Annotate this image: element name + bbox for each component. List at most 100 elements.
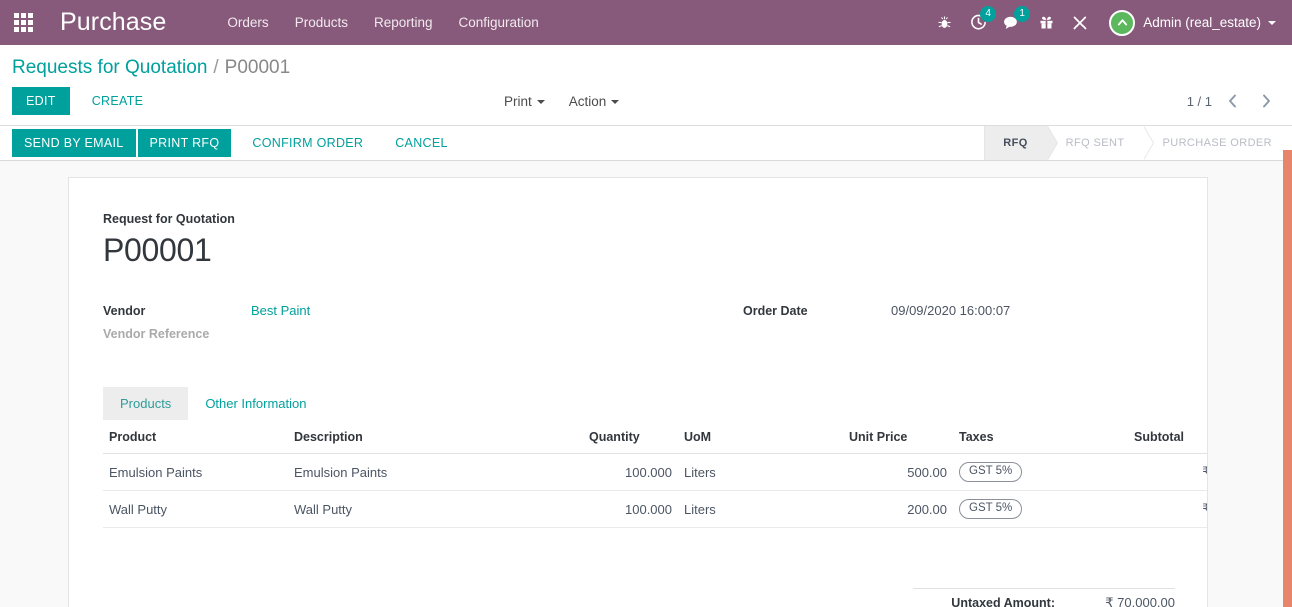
cell-description[interactable]: Wall Putty: [288, 491, 583, 528]
edit-button[interactable]: EDIT: [12, 87, 70, 115]
table-header-row: Product Description Quantity UoM Unit Pr…: [103, 422, 1208, 454]
print-rfq-button[interactable]: PRINT RFQ: [138, 129, 232, 157]
vendor-label: Vendor: [103, 304, 251, 318]
untaxed-amount-label: Untaxed Amount:: [913, 596, 1071, 607]
pager-next-button[interactable]: [1252, 88, 1280, 114]
cell-taxes[interactable]: GST 5%: [953, 454, 1128, 491]
tab-products[interactable]: Products: [103, 387, 188, 420]
apps-menu-toggle[interactable]: [0, 0, 46, 45]
breadcrumb-root-link[interactable]: Requests for Quotation: [12, 57, 207, 79]
breadcrumb-separator: /: [213, 57, 218, 79]
app-brand-title[interactable]: Purchase: [46, 8, 172, 37]
column-header-taxes[interactable]: Taxes: [953, 422, 1128, 454]
table-row[interactable]: Emulsion Paints Emulsion Paints 100.000 …: [103, 454, 1208, 491]
cell-uom[interactable]: Liters: [678, 491, 843, 528]
vendor-reference-label: Vendor Reference: [103, 327, 251, 341]
vendor-value[interactable]: Best Paint: [251, 303, 310, 318]
column-header-description[interactable]: Description: [288, 422, 583, 454]
order-lines-body: Emulsion Paints Emulsion Paints 100.000 …: [103, 454, 1208, 528]
chevron-down-icon: [537, 100, 545, 104]
order-date-value[interactable]: 09/09/2020 16:00:07: [891, 303, 1010, 318]
action-dropdown[interactable]: Action: [565, 90, 624, 113]
activity-count-badge: 4: [980, 6, 996, 22]
print-dropdown[interactable]: Print: [500, 90, 549, 113]
page-title: P00001: [103, 232, 1175, 269]
breadcrumb-current: P00001: [225, 57, 291, 79]
order-date-field-row: Order Date 09/09/2020 16:00:07: [743, 303, 1175, 327]
create-button[interactable]: CREATE: [80, 87, 156, 115]
pager-value: 1 / 1: [1187, 94, 1212, 109]
order-lines-table: Product Description Quantity UoM Unit Pr…: [103, 422, 1208, 528]
apps-grid-icon: [14, 13, 33, 32]
status-stage-rfq[interactable]: RFQ: [985, 126, 1047, 160]
totals-block: Untaxed Amount: ₹ 70,000.00 Taxes: ₹ 3,5…: [913, 588, 1175, 607]
vendor-reference-field-row: Vendor Reference: [103, 327, 639, 351]
statusbar-buttons: SEND BY EMAIL PRINT RFQ CONFIRM ORDER CA…: [0, 126, 461, 160]
cell-unit-price[interactable]: 500.00: [843, 454, 953, 491]
cell-quantity[interactable]: 100.000: [583, 491, 678, 528]
messages-count-badge: 1: [1014, 6, 1030, 22]
navbar-right-tools: 4 1: [927, 0, 1280, 45]
form-fields: Vendor Best Paint Vendor Reference Order…: [103, 303, 1175, 351]
user-menu[interactable]: Admin (real_estate): [1097, 10, 1280, 36]
column-header-quantity[interactable]: Quantity: [583, 422, 678, 454]
cell-product[interactable]: Emulsion Paints: [103, 454, 288, 491]
column-header-product[interactable]: Product: [103, 422, 288, 454]
control-panel-buttons: EDIT CREATE Print Action 1 / 1: [0, 81, 1292, 125]
tab-other-information[interactable]: Other Information: [188, 387, 323, 420]
control-panel-dropdowns: Print Action: [500, 90, 639, 113]
status-stage-purchase-order[interactable]: PURCHASE ORDER: [1144, 126, 1292, 160]
cell-unit-price[interactable]: 200.00: [843, 491, 953, 528]
form-fields-left-column: Vendor Best Paint Vendor Reference: [103, 303, 639, 351]
cell-taxes[interactable]: GST 5%: [953, 491, 1128, 528]
form-view-area: Request for Quotation P00001 Vendor Best…: [0, 161, 1292, 607]
notebook: Products Other Information Product Descr…: [103, 387, 1175, 528]
cell-product[interactable]: Wall Putty: [103, 491, 288, 528]
column-header-uom[interactable]: UoM: [678, 422, 843, 454]
form-fields-right-column: Order Date 09/09/2020 16:00:07: [639, 303, 1175, 351]
avatar: [1109, 10, 1135, 36]
messages-icon[interactable]: 1: [995, 0, 1029, 45]
order-lines-header: Product Description Quantity UoM Unit Pr…: [103, 422, 1208, 454]
menu-item-products[interactable]: Products: [282, 2, 361, 43]
control-panel: Requests for Quotation / P00001 EDIT CRE…: [0, 45, 1292, 126]
top-navbar: Purchase Orders Products Reporting Confi…: [0, 0, 1292, 45]
cancel-button[interactable]: CANCEL: [384, 129, 459, 157]
form-sheet: Request for Quotation P00001 Vendor Best…: [68, 177, 1208, 607]
page-scrollbar[interactable]: [1283, 150, 1292, 607]
table-row[interactable]: Wall Putty Wall Putty 100.000 Liters 200…: [103, 491, 1208, 528]
send-by-email-button[interactable]: SEND BY EMAIL: [12, 129, 136, 157]
cell-subtotal: ₹ 50,000.00: [1128, 454, 1208, 491]
menu-item-reporting[interactable]: Reporting: [361, 2, 446, 43]
user-name-label: Admin (real_estate): [1143, 15, 1261, 30]
tools-icon[interactable]: [1063, 0, 1097, 45]
pager-previous-button[interactable]: [1218, 88, 1246, 114]
print-dropdown-label: Print: [504, 94, 532, 109]
main-menu: Orders Products Reporting Configuration: [214, 2, 551, 43]
confirm-order-button[interactable]: CONFIRM ORDER: [241, 129, 374, 157]
cell-subtotal: ₹ 20,000.00: [1128, 491, 1208, 528]
tax-badge: GST 5%: [959, 462, 1022, 482]
chevron-down-icon: [1268, 21, 1276, 25]
menu-item-configuration[interactable]: Configuration: [446, 2, 552, 43]
activity-clock-icon[interactable]: 4: [961, 0, 995, 45]
chevron-down-icon: [611, 100, 619, 104]
menu-item-orders[interactable]: Orders: [214, 2, 281, 43]
statusbar: SEND BY EMAIL PRINT RFQ CONFIRM ORDER CA…: [0, 126, 1292, 161]
cell-description[interactable]: Emulsion Paints: [288, 454, 583, 491]
action-dropdown-label: Action: [569, 94, 607, 109]
status-pipeline: RFQ RFQ SENT PURCHASE ORDER: [984, 126, 1292, 160]
pager: 1 / 1: [1187, 88, 1280, 114]
column-header-unit-price[interactable]: Unit Price: [843, 422, 953, 454]
cell-uom[interactable]: Liters: [678, 454, 843, 491]
untaxed-amount-row: Untaxed Amount: ₹ 70,000.00: [913, 588, 1175, 607]
record-type-label: Request for Quotation: [103, 212, 1175, 226]
breadcrumb: Requests for Quotation / P00001: [0, 45, 1292, 81]
bug-icon[interactable]: [927, 0, 961, 45]
cell-quantity[interactable]: 100.000: [583, 454, 678, 491]
status-stage-rfq-sent[interactable]: RFQ SENT: [1048, 126, 1145, 160]
untaxed-amount-value: ₹ 70,000.00: [1071, 595, 1175, 607]
gift-icon[interactable]: [1029, 0, 1063, 45]
tax-badge: GST 5%: [959, 499, 1022, 519]
column-header-subtotal[interactable]: Subtotal: [1128, 422, 1208, 454]
